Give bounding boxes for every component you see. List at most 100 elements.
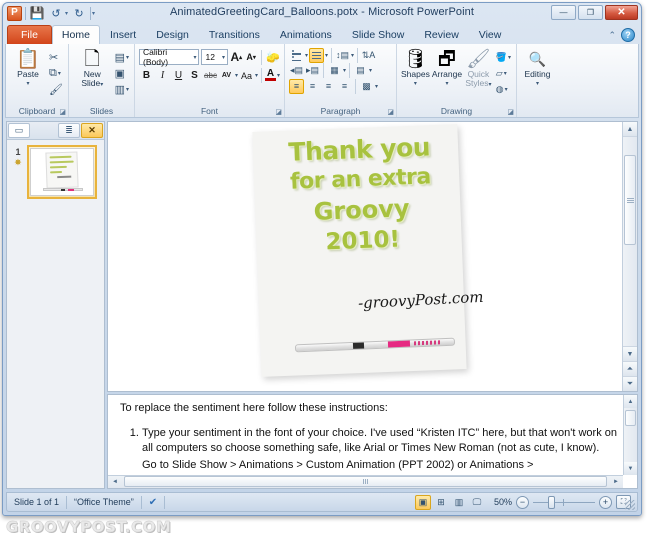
- notes-vertical-scrollbar[interactable]: ▲ ▼: [623, 395, 637, 475]
- view-normal-button[interactable]: ▣: [415, 494, 431, 510]
- font-size-dropdown-icon[interactable]: ▾: [222, 54, 225, 61]
- paragraph-dialog-launcher[interactable]: ◪: [387, 108, 394, 116]
- previous-slide-button[interactable]: ⏶: [623, 361, 637, 376]
- zoom-controls[interactable]: 50% − + ⛶: [490, 495, 637, 509]
- decrease-indent-button[interactable]: ◂▤: [289, 63, 304, 78]
- slide-vertical-scrollbar[interactable]: ▲ ▼ ⏶ ⏷: [622, 122, 637, 391]
- paste-dropdown-icon[interactable]: ▾: [27, 80, 30, 87]
- align-text-dropdown-icon[interactable]: ▾: [369, 67, 372, 74]
- slide-count-label[interactable]: Slide 1 of 1: [7, 493, 66, 511]
- scroll-up-button[interactable]: ▲: [623, 122, 637, 137]
- view-slide-sorter-button[interactable]: ⊞: [433, 495, 449, 510]
- shape-effects-button[interactable]: ◍ ▾: [495, 82, 512, 97]
- section-button[interactable]: ▥ ▾: [114, 82, 130, 97]
- increase-indent-button[interactable]: ▸▤: [305, 63, 320, 78]
- shape-effects-dropdown-icon[interactable]: ▾: [505, 86, 508, 93]
- text-shadow-button[interactable]: S: [187, 68, 202, 83]
- window-controls[interactable]: — ❐ ✕: [551, 5, 638, 20]
- zoom-level-label[interactable]: 50%: [490, 497, 512, 507]
- font-name-combo[interactable]: Calibri (Body) ▾: [139, 47, 200, 67]
- section-dropdown-icon[interactable]: ▾: [126, 86, 129, 93]
- align-right-button[interactable]: ≡: [321, 79, 336, 94]
- editing-button[interactable]: 🔍 Editing ▾: [521, 48, 554, 87]
- arrange-button[interactable]: 🗗 Arrange ▾: [432, 48, 462, 87]
- reset-button[interactable]: ▣: [114, 66, 130, 81]
- zoom-out-button[interactable]: −: [516, 495, 529, 509]
- cut-button[interactable]: ✂: [48, 50, 64, 65]
- help-icon[interactable]: ?: [621, 28, 635, 42]
- scroll-track[interactable]: [623, 137, 637, 346]
- underline-button[interactable]: U: [171, 68, 186, 83]
- view-slideshow-button[interactable]: 🖵: [469, 495, 485, 510]
- convert-to-smartart-button[interactable]: ▩: [359, 79, 374, 94]
- numbering-button[interactable]: [309, 48, 325, 63]
- tab-home[interactable]: Home: [51, 25, 100, 44]
- tab-view[interactable]: View: [469, 25, 512, 44]
- tab-animations[interactable]: Animations: [270, 25, 342, 44]
- notes-scroll-up-button[interactable]: ▲: [624, 395, 637, 408]
- shape-fill-button[interactable]: 🪣 ▾: [495, 50, 512, 65]
- quick-styles-button[interactable]: 🖌 Quick Styles▾: [464, 48, 493, 90]
- clipboard-dialog-launcher[interactable]: ◪: [59, 108, 66, 116]
- zoom-in-button[interactable]: +: [599, 495, 612, 509]
- new-slide-dropdown-icon[interactable]: ▾: [100, 82, 103, 88]
- slide-canvas[interactable]: Thank you for an extra Groovy 2010! -gro…: [202, 122, 543, 391]
- shrink-font-button[interactable]: A ▾: [245, 50, 258, 65]
- zoom-slider-thumb[interactable]: [548, 495, 555, 509]
- tab-review[interactable]: Review: [414, 25, 468, 44]
- font-size-combo[interactable]: 12 ▾: [201, 49, 228, 65]
- close-thumbnail-pane-button[interactable]: ✕: [81, 123, 103, 138]
- view-reading-button[interactable]: ▥: [451, 495, 467, 510]
- text-direction-button[interactable]: ⇅A: [361, 48, 376, 63]
- tab-slide-show[interactable]: Slide Show: [342, 25, 415, 44]
- resize-grip[interactable]: [625, 500, 635, 510]
- editing-dropdown-icon[interactable]: ▾: [536, 80, 539, 87]
- maximize-button[interactable]: ❐: [578, 5, 603, 20]
- spellcheck-icon[interactable]: ✔: [142, 493, 164, 511]
- align-center-button[interactable]: ≡: [305, 79, 320, 94]
- font-name-dropdown-icon[interactable]: ▾: [193, 54, 196, 61]
- align-text-button[interactable]: ▤: [353, 63, 368, 78]
- notes-pane[interactable]: To replace the sentiment here follow the…: [107, 394, 638, 489]
- tab-insert[interactable]: Insert: [100, 25, 146, 44]
- notes-scroll-right-button[interactable]: ►: [609, 476, 623, 488]
- ribbon-help-controls[interactable]: ⌃ ?: [608, 28, 635, 42]
- smartart-dropdown-icon[interactable]: ▾: [375, 83, 378, 90]
- notes-scroll-left-button[interactable]: ◄: [108, 476, 122, 488]
- line-spacing-button[interactable]: ↕▤: [335, 48, 350, 63]
- list-item[interactable]: 1 ✵: [11, 145, 100, 199]
- character-spacing-button[interactable]: AV: [219, 68, 234, 83]
- minimize-ribbon-icon[interactable]: ⌃: [608, 30, 616, 41]
- align-left-button[interactable]: ≡: [289, 78, 304, 94]
- slide-text-block[interactable]: Thank you for an extra Groovy 2010!: [258, 131, 463, 261]
- clear-formatting-button[interactable]: 🧽: [266, 50, 280, 65]
- tab-transitions[interactable]: Transitions: [199, 25, 270, 44]
- notes-hscroll-thumb[interactable]: [124, 476, 607, 487]
- tab-file[interactable]: File: [7, 25, 52, 44]
- character-spacing-dropdown-icon[interactable]: ▾: [235, 72, 238, 79]
- copy-button[interactable]: ⧉ ▾: [48, 66, 64, 81]
- layout-button[interactable]: ▤ ▾: [114, 50, 130, 65]
- slide-thumbnail-selected[interactable]: [27, 145, 97, 199]
- change-case-dropdown-icon[interactable]: ▾: [255, 72, 258, 79]
- notes-hscroll-track[interactable]: [122, 476, 609, 488]
- next-slide-button[interactable]: ⏷: [623, 376, 637, 391]
- shape-outline-dropdown-icon[interactable]: ▾: [504, 70, 507, 77]
- strikethrough-button[interactable]: abc: [203, 68, 218, 83]
- font-dialog-launcher[interactable]: ◪: [275, 108, 282, 116]
- bullets-dropdown-icon[interactable]: ▾: [305, 52, 308, 59]
- tab-slides-thumbnails[interactable]: ▭: [8, 123, 30, 138]
- change-case-button[interactable]: Aa: [239, 68, 254, 83]
- italic-button[interactable]: I: [155, 68, 170, 83]
- slide-editing-pane[interactable]: Thank you for an extra Groovy 2010! -gro…: [107, 121, 638, 392]
- columns-button[interactable]: ▦: [327, 63, 342, 78]
- bullets-button[interactable]: [289, 48, 304, 63]
- notes-scroll-down-button[interactable]: ▼: [624, 462, 637, 475]
- font-color-dropdown-icon[interactable]: ▾: [277, 72, 280, 79]
- copy-dropdown-icon[interactable]: ▾: [58, 70, 61, 77]
- notes-scroll-thumb[interactable]: [625, 410, 636, 426]
- paste-button[interactable]: 📋 Paste ▾: [10, 48, 46, 87]
- font-color-button[interactable]: A: [265, 69, 277, 81]
- tab-design[interactable]: Design: [146, 25, 199, 44]
- theme-label[interactable]: “Office Theme”: [67, 493, 141, 511]
